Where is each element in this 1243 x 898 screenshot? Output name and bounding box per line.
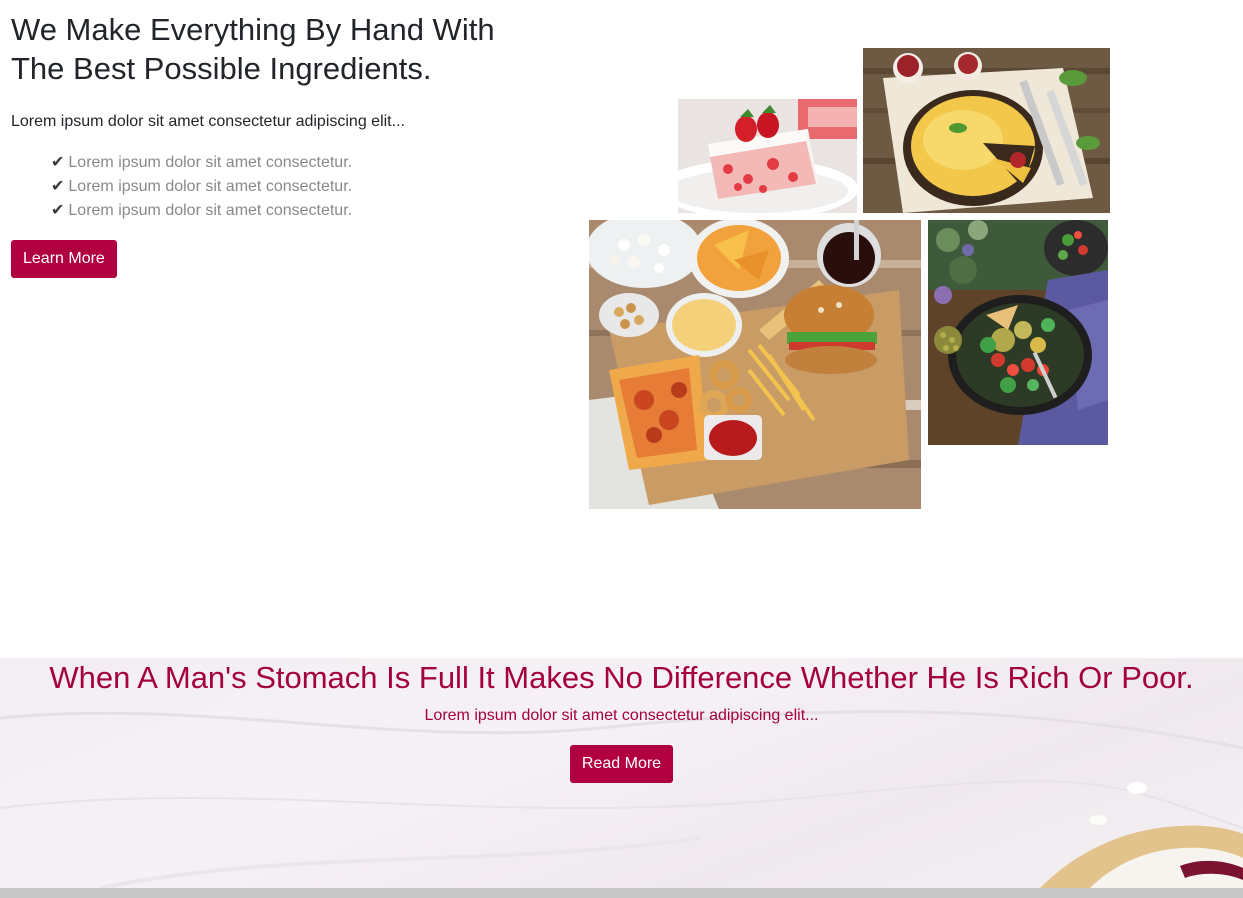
about-section: We Make Everything By Hand With The Best… (0, 0, 1243, 658)
list-item: ✔ Lorem ipsum dolor sit amet consectetur. (51, 151, 551, 175)
list-item-text: Lorem ipsum dolor sit amet consectetur. (68, 154, 353, 171)
quiche-photo (863, 48, 1110, 213)
list-item: ✔ Lorem ipsum dolor sit amet consectetur. (51, 199, 551, 223)
about-title-line-2: The Best Possible Ingredients. (11, 51, 432, 86)
about-text-block: We Make Everything By Hand With The Best… (11, 10, 551, 278)
read-more-button[interactable]: Read More (569, 745, 674, 783)
quote-section: When A Man's Stomach Is Full It Makes No… (0, 658, 1243, 888)
learn-more-button[interactable]: Learn More (11, 240, 117, 278)
cake-photo (678, 99, 857, 213)
list-item-text: Lorem ipsum dolor sit amet consectetur. (68, 178, 353, 195)
quote-content: When A Man's Stomach Is Full It Makes No… (36, 658, 1208, 783)
fast-food-photo (589, 220, 921, 509)
quote-subtitle: Lorem ipsum dolor sit amet consectetur a… (424, 707, 819, 724)
quote-title: When A Man's Stomach Is Full It Makes No… (49, 660, 1194, 695)
list-item-text: Lorem ipsum dolor sit amet consectetur. (68, 202, 353, 219)
salad-bowl-photo (928, 220, 1108, 445)
about-title-line-1: We Make Everything By Hand With (11, 12, 495, 47)
checkmark-icon: ✔ (51, 178, 65, 195)
checkmark-icon: ✔ (51, 154, 65, 171)
list-item: ✔ Lorem ipsum dolor sit amet consectetur. (51, 175, 551, 199)
about-lead: Lorem ipsum dolor sit amet consectetur a… (11, 113, 405, 130)
about-title: We Make Everything By Hand With The Best… (11, 10, 551, 88)
checkmark-icon: ✔ (51, 202, 65, 219)
feature-list: ✔ Lorem ipsum dolor sit amet consectetur.… (11, 151, 551, 223)
footer-edge (0, 888, 1243, 898)
